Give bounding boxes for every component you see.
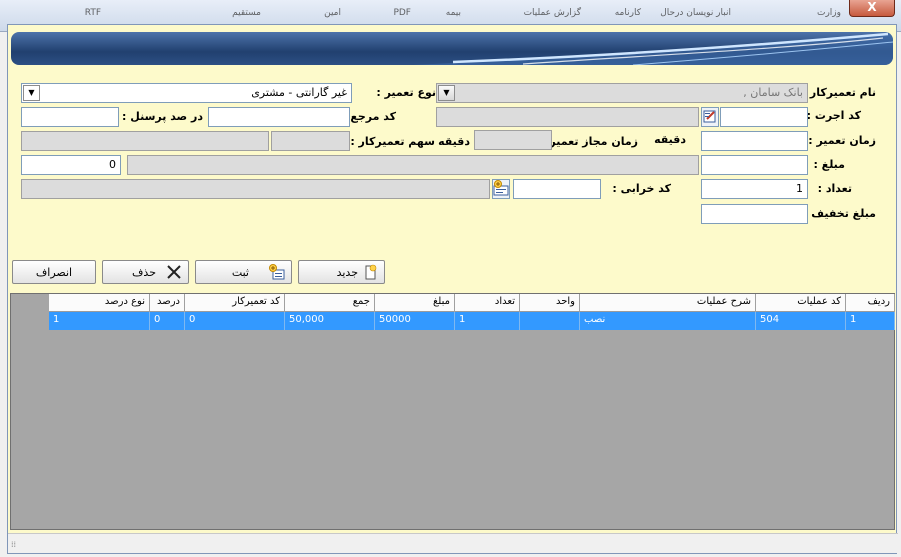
cell-row-number: 1 [846, 312, 895, 330]
column-header-percent-type[interactable]: نوع درصد [49, 294, 150, 312]
personnel-percent-label: در صد پرسنل : [122, 110, 203, 123]
save-button[interactable]: ثبت [195, 260, 292, 284]
chevron-down-icon[interactable]: ▼ [23, 85, 40, 101]
wage-code-input[interactable] [720, 107, 808, 127]
delete-x-icon [166, 264, 182, 280]
grid-header: ردیف کد عملیات شرح عملیات واحد تعداد مبل… [49, 294, 895, 312]
taskbar-item: انبار نویسان درحال [660, 8, 731, 18]
taskbar-item: مستقیم [232, 8, 261, 18]
cell-total: 50,000 [285, 312, 375, 330]
mechanic-name-value: بانک سامان , [743, 86, 803, 99]
repair-time-unit: دقیقه [654, 133, 686, 146]
allowed-repair-time-field [474, 130, 552, 150]
new-button-label: جدید [336, 266, 358, 279]
column-header-unit[interactable]: واحد [520, 294, 580, 312]
column-header-percent[interactable]: درصد [150, 294, 185, 312]
fault-code-input[interactable] [513, 179, 601, 199]
chevron-down-icon[interactable]: ▼ [438, 85, 455, 101]
column-header-amount[interactable]: مبلغ [375, 294, 455, 312]
fault-code-label: کد خرابی : [612, 182, 671, 195]
reference-code-label: کد مرجع : [342, 110, 396, 123]
new-button[interactable]: جدید [298, 260, 385, 284]
operations-grid[interactable]: ردیف کد عملیات شرح عملیات واحد تعداد مبل… [10, 293, 895, 530]
quantity-input[interactable]: 1 [701, 179, 808, 199]
wage-code-label: کد اجرت : [806, 109, 861, 122]
cell-amount: 50000 [375, 312, 455, 330]
cell-quantity: 1 [455, 312, 520, 330]
cell-percent-type: 1 [49, 312, 150, 330]
column-header-total[interactable]: جمع [285, 294, 375, 312]
taskbar-item: بیمه [445, 8, 461, 18]
cell-mechanic-code: 0 [185, 312, 285, 330]
column-header-operation-code[interactable]: کد عملیات [756, 294, 846, 312]
taskbar-item: گزارش عملیات [523, 8, 581, 18]
repair-operations-window: نام تعمیرکار : بانک سامان , ▼ نوع تعمیر … [7, 24, 898, 554]
repair-type-combo[interactable]: غیر گارانتی - مشتری ▼ [21, 83, 352, 103]
banner-swoosh-graphic [413, 32, 893, 65]
mechanic-share-field-1 [271, 131, 350, 151]
cancel-button-label: انصراف [35, 266, 73, 279]
repair-time-label: زمان تعمیر : [808, 134, 876, 147]
discount-input[interactable] [701, 204, 808, 224]
add-lookup-icon[interactable] [492, 179, 510, 199]
allowed-repair-time-label: زمان مجاز تعمیر : [541, 135, 638, 148]
mechanic-name-combo[interactable]: بانک سامان , ▼ [436, 83, 808, 103]
personnel-percent-input[interactable] [21, 107, 119, 127]
mechanic-share-label: سهم تعمیرکار : [350, 135, 435, 148]
cancel-button[interactable]: انصراف [12, 260, 96, 284]
cell-unit [520, 312, 580, 330]
taskbar-item: کارنامه [614, 8, 641, 18]
edit-lookup-icon[interactable] [701, 107, 719, 127]
column-header-mechanic-code[interactable]: کد تعمیرکار [185, 294, 285, 312]
mechanic-share-field-2 [21, 131, 269, 151]
taskbar-item: وزارت [816, 8, 841, 18]
discount-label: مبلغ تخفیف : [803, 207, 876, 220]
allowed-repair-time-unit: دقیقه [438, 135, 470, 148]
taskbar-item: PDF [393, 8, 411, 18]
wage-description-field [436, 107, 699, 127]
window-close-button[interactable]: X [849, 0, 895, 17]
taskbar-item: امین [324, 8, 341, 18]
delete-button-label: حذف [132, 266, 156, 279]
taskbar-item: RTF [84, 8, 101, 18]
amount-input[interactable] [701, 155, 808, 175]
reference-code-input[interactable] [208, 107, 350, 127]
amount-in-words-field [127, 155, 699, 175]
repair-type-value: غیر گارانتی - مشتری [251, 86, 347, 99]
cell-operation-description: نصب [580, 312, 756, 330]
repair-time-input[interactable] [701, 131, 808, 151]
repair-type-label: نوع تعمیر : [376, 86, 436, 99]
mechanic-name-label: نام تعمیرکار : [801, 86, 876, 99]
table-row[interactable]: 1 504 نصب 1 50000 50,000 0 0 1 [49, 312, 895, 330]
resize-grip-icon[interactable]: ⁞⁞ [11, 540, 16, 549]
column-header-row-number[interactable]: ردیف [846, 294, 895, 312]
status-bar: ⁞⁞ [8, 533, 898, 553]
delete-button[interactable]: حذف [102, 260, 189, 284]
quantity-label: تعداد : [817, 182, 852, 195]
column-header-operation-description[interactable]: شرح عملیات [580, 294, 756, 312]
cell-percent: 0 [150, 312, 185, 330]
fault-description-field [21, 179, 490, 199]
amount-label: مبلغ : [813, 158, 845, 171]
new-document-icon [362, 264, 378, 280]
save-button-label: ثبت [231, 266, 249, 279]
cell-operation-code: 504 [756, 312, 846, 330]
amount-secondary-input[interactable]: 0 [21, 155, 121, 175]
column-header-quantity[interactable]: تعداد [455, 294, 520, 312]
header-banner [11, 32, 893, 65]
save-grid-icon [269, 264, 285, 280]
